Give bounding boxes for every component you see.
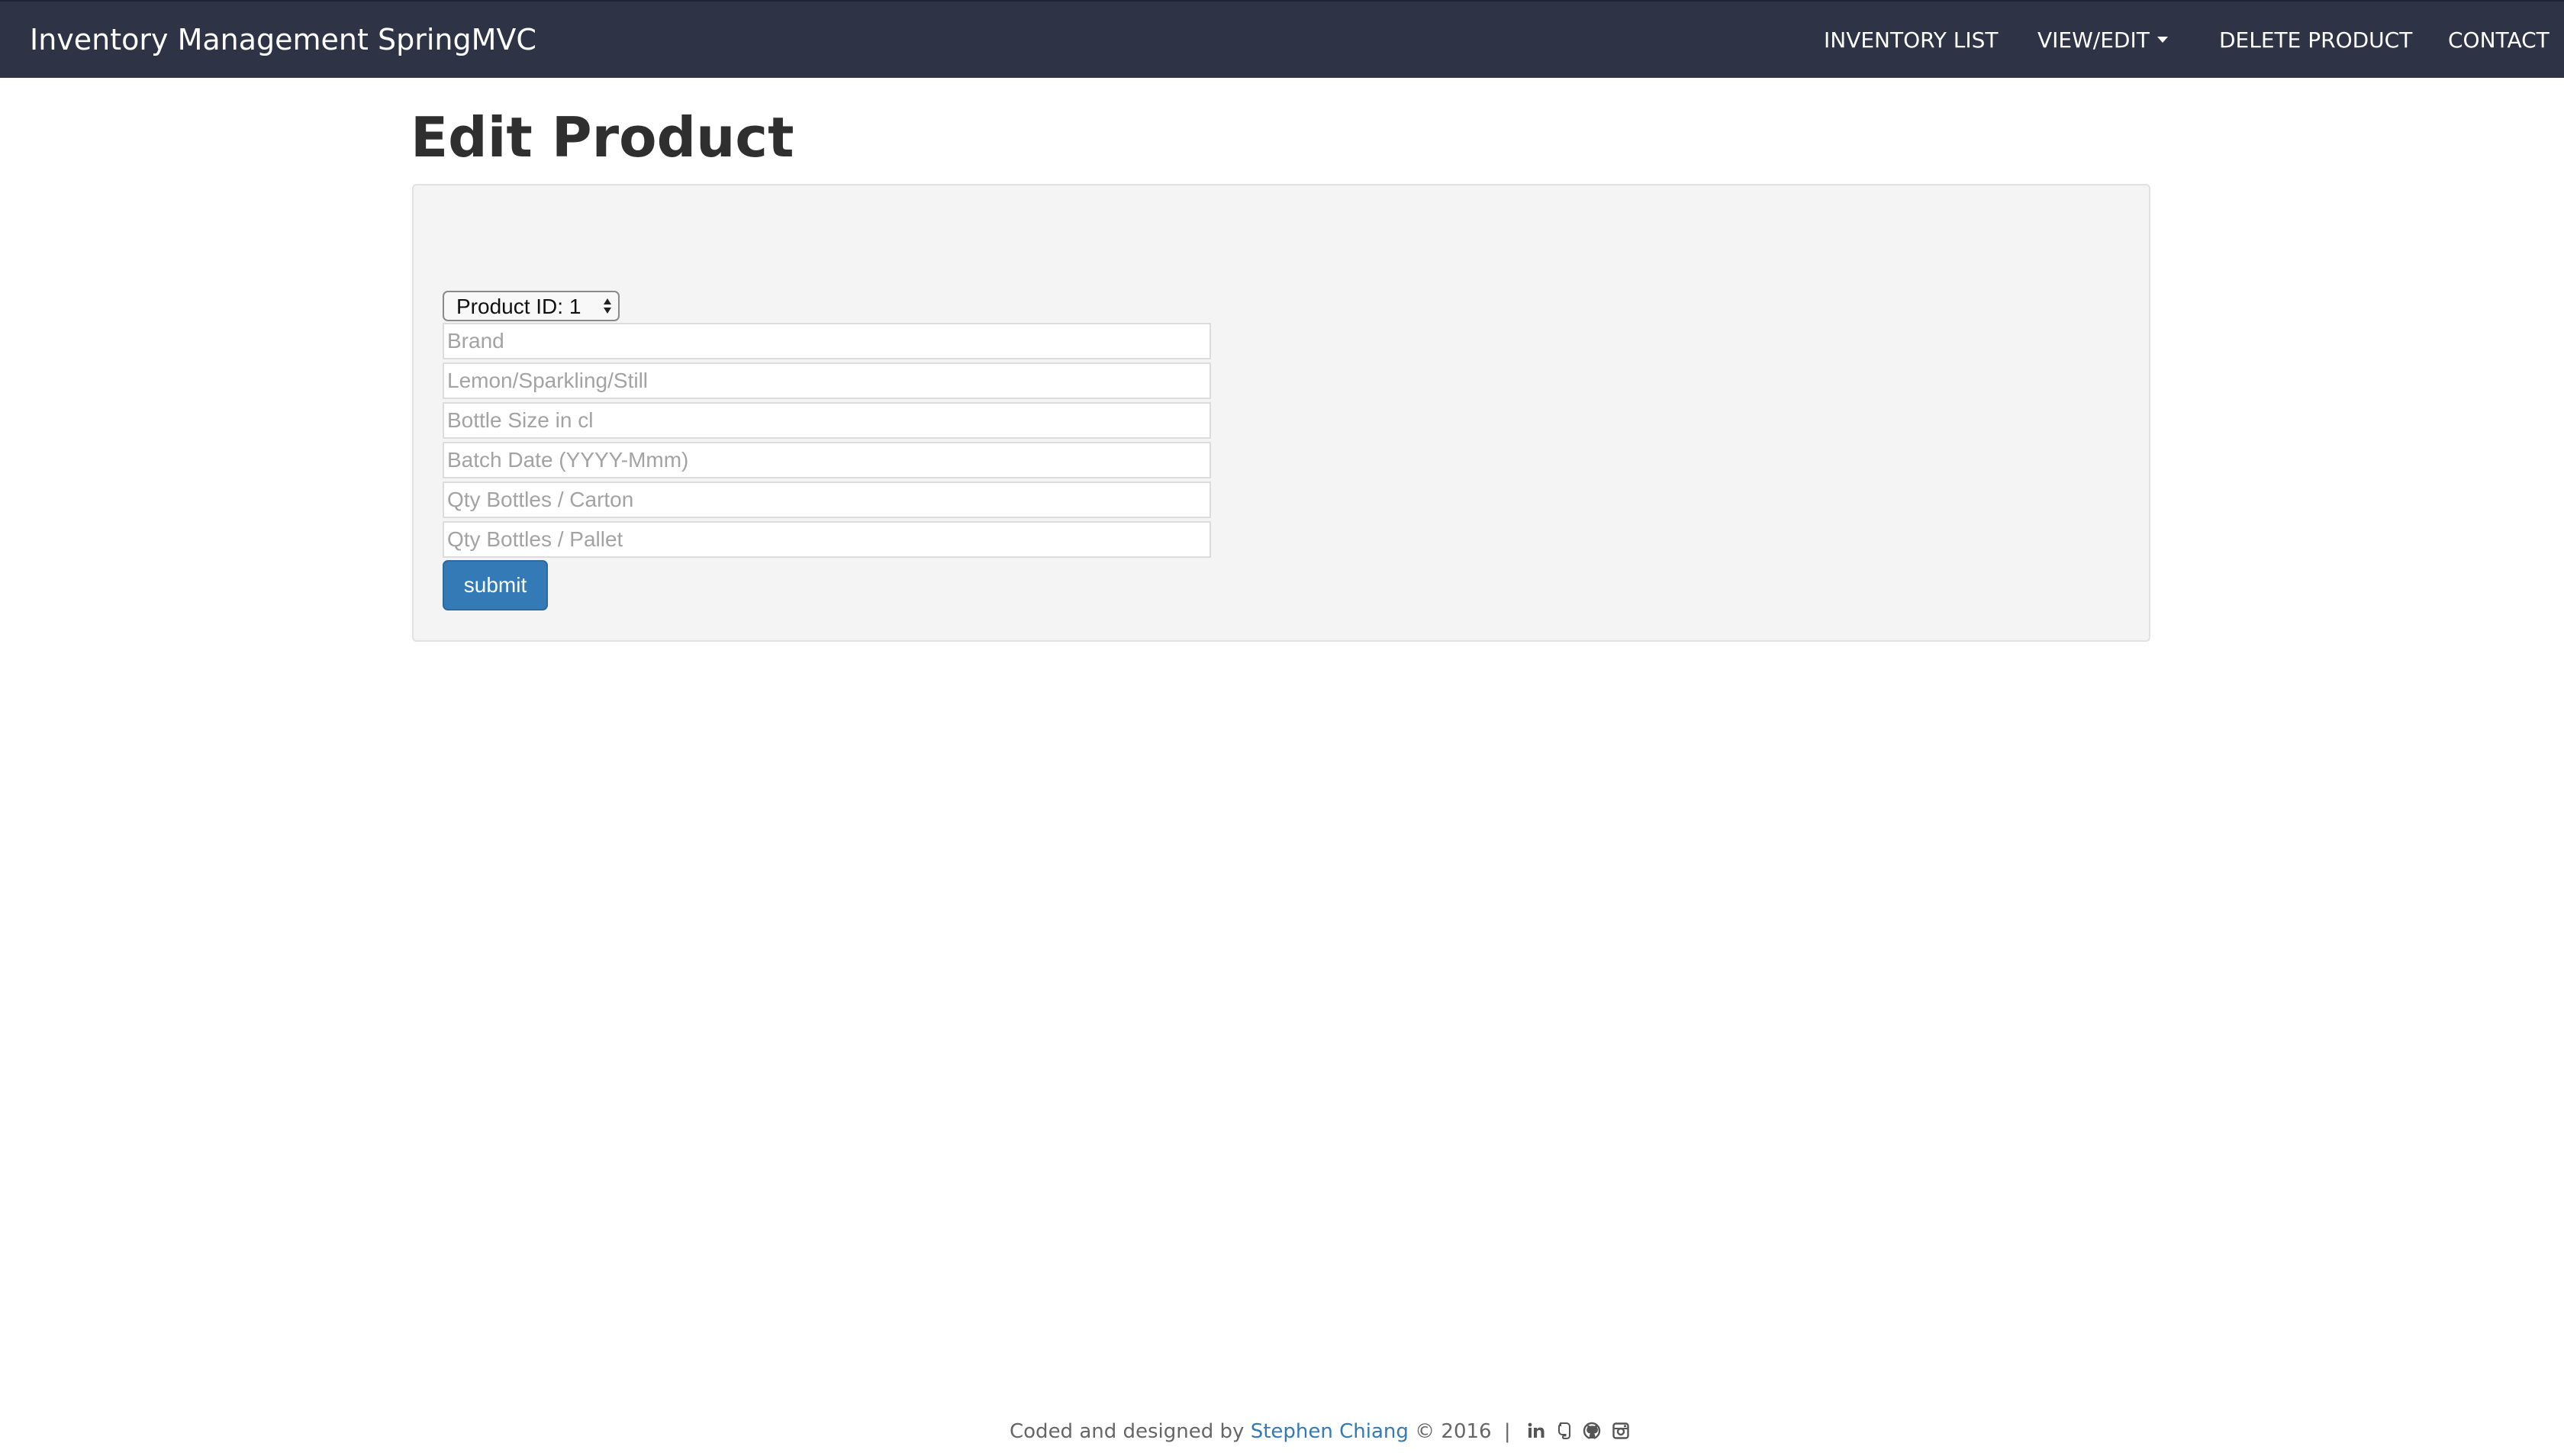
nav-view-edit-label: VIEW/EDIT bbox=[2037, 27, 2150, 53]
footer-copyright: © 2016 bbox=[1415, 1420, 1492, 1443]
github-icon[interactable] bbox=[1583, 1422, 1601, 1440]
type-field[interactable] bbox=[443, 362, 1211, 399]
evernote-icon[interactable] bbox=[1557, 1422, 1572, 1440]
product-id-select[interactable]: Product ID: 1 bbox=[443, 291, 620, 321]
nav-contact[interactable]: CONTACT bbox=[2448, 27, 2550, 54]
qty-carton-field[interactable] bbox=[443, 482, 1211, 518]
footer-separator: | bbox=[1503, 1420, 1511, 1443]
select-updown-icon bbox=[604, 298, 611, 314]
top-navbar: Inventory Management SpringMVC INVENTORY… bbox=[0, 0, 2564, 78]
nav-delete-product-label: DELETE PRODUCT bbox=[2219, 27, 2413, 53]
batch-date-field[interactable] bbox=[443, 442, 1211, 478]
brand-field[interactable] bbox=[443, 323, 1211, 359]
bottle-size-field[interactable] bbox=[443, 402, 1211, 439]
author-link[interactable]: Stephen Chiang bbox=[1251, 1420, 1409, 1443]
footer-credit-text: Coded and designed by bbox=[1010, 1420, 1245, 1443]
nav-delete-product[interactable]: DELETE PRODUCT bbox=[2219, 27, 2412, 54]
footer: Coded and designed by Stephen Chiang © 2… bbox=[1010, 1418, 1629, 1445]
page-title: Edit Product bbox=[411, 105, 794, 169]
nav-inventory-list-label: INVENTORY LIST bbox=[1824, 27, 1999, 53]
nav-view-edit-dropdown[interactable]: VIEW/EDIT bbox=[2037, 27, 2168, 54]
brand-link[interactable]: Inventory Management SpringMVC bbox=[30, 21, 536, 58]
nav-inventory-list[interactable]: INVENTORY LIST bbox=[1824, 27, 1999, 54]
qty-pallet-field[interactable] bbox=[443, 521, 1211, 558]
linkedin-icon[interactable] bbox=[1528, 1422, 1546, 1439]
instagram-icon[interactable] bbox=[1612, 1422, 1629, 1439]
caret-down-icon bbox=[2157, 37, 2168, 43]
submit-button[interactable]: submit bbox=[443, 560, 548, 610]
nav-contact-label: CONTACT bbox=[2448, 27, 2550, 53]
product-id-select-value: Product ID: 1 bbox=[456, 295, 581, 318]
